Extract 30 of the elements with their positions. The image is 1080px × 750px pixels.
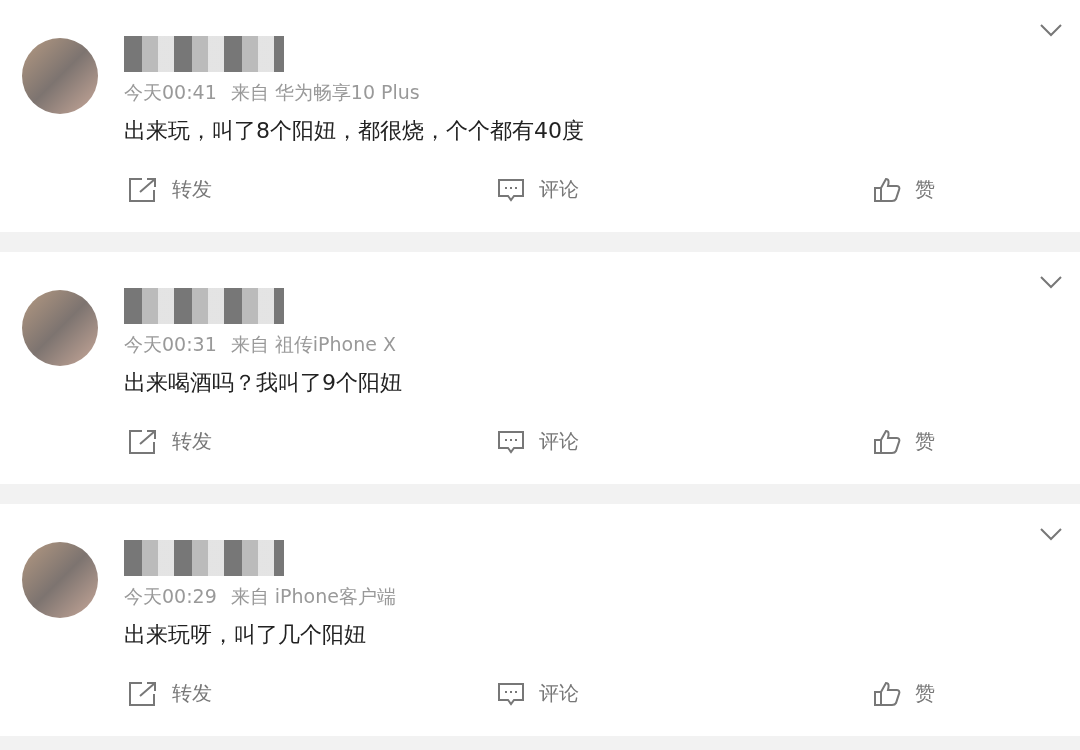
post-source: 来自 iPhone客户端 bbox=[230, 584, 396, 609]
post-source: 来自 华为畅享10 Plus bbox=[230, 80, 420, 105]
comment-icon bbox=[497, 177, 525, 202]
repost-button[interactable]: 转发 bbox=[128, 680, 497, 707]
comment-button[interactable]: 评论 bbox=[497, 428, 873, 455]
like-button[interactable]: 赞 bbox=[873, 680, 935, 707]
comment-icon bbox=[497, 681, 525, 706]
post-text: 出来玩呀，叫了几个阳妞 bbox=[124, 621, 367, 649]
chevron-down-icon[interactable] bbox=[1040, 276, 1062, 289]
like-button[interactable]: 赞 bbox=[873, 176, 935, 203]
share-icon bbox=[128, 428, 158, 455]
chevron-down-icon[interactable] bbox=[1040, 24, 1062, 37]
post-text: 出来玩，叫了8个阳妞，都很烧，个个都有40度 bbox=[124, 117, 585, 145]
comment-button[interactable]: 评论 bbox=[497, 176, 873, 203]
thumbs-up-icon bbox=[873, 176, 901, 203]
comment-icon bbox=[497, 429, 525, 454]
post-time: 今天00:41 bbox=[124, 80, 217, 105]
comment-button[interactable]: 评论 bbox=[497, 680, 873, 707]
repost-button[interactable]: 转发 bbox=[128, 176, 497, 203]
thumbs-up-icon bbox=[873, 428, 901, 455]
share-icon bbox=[128, 680, 158, 707]
repost-button[interactable]: 转发 bbox=[128, 428, 497, 455]
post-time: 今天00:29 bbox=[124, 584, 217, 609]
share-icon bbox=[128, 176, 158, 203]
like-button[interactable]: 赞 bbox=[873, 428, 935, 455]
chevron-down-icon[interactable] bbox=[1040, 528, 1062, 541]
post-time: 今天00:31 bbox=[124, 332, 217, 357]
thumbs-up-icon bbox=[873, 680, 901, 707]
post-source: 来自 祖传iPhone X bbox=[230, 332, 396, 357]
post-text: 出来喝酒吗？我叫了9个阳妞 bbox=[124, 369, 403, 397]
